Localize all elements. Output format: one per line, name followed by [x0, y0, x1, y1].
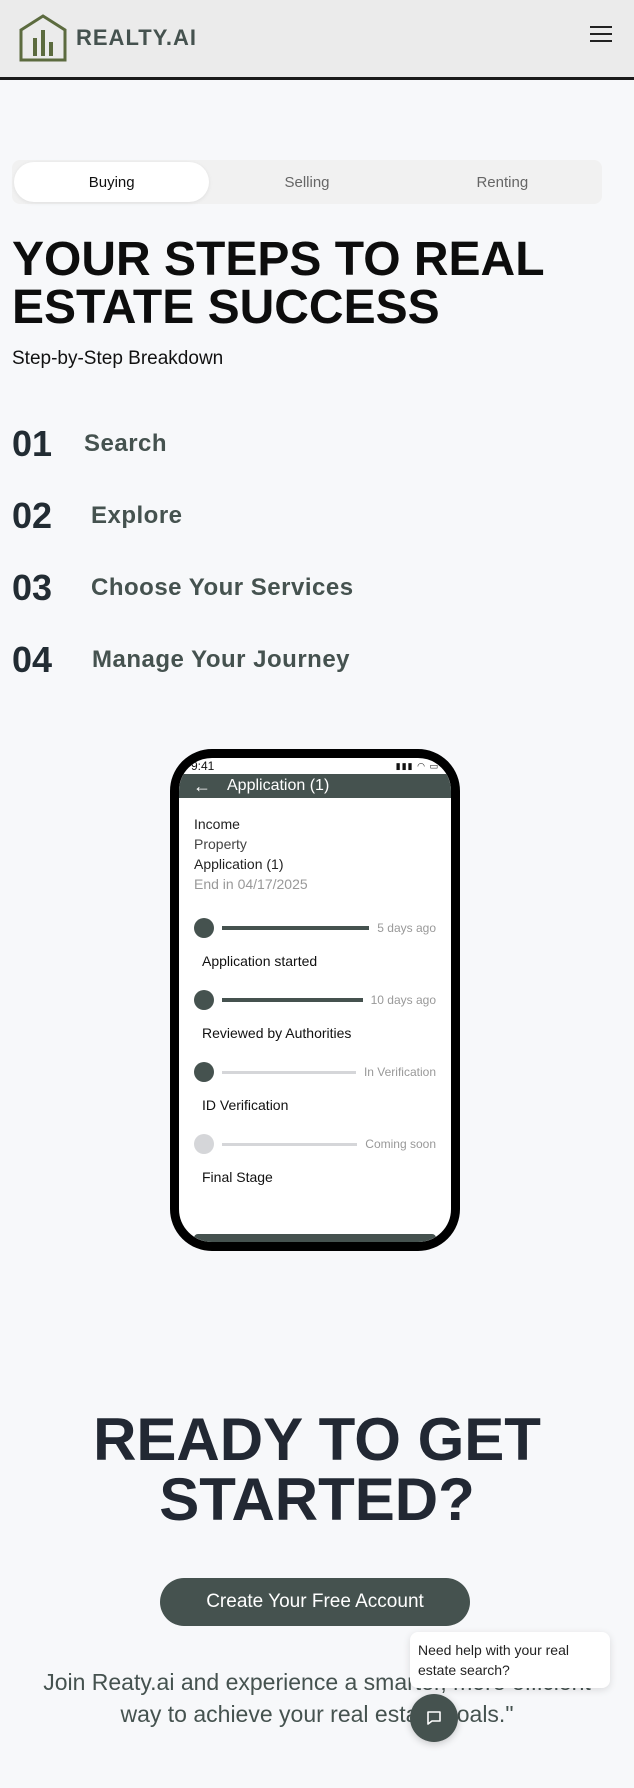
timeline-bar: [222, 1070, 356, 1074]
step-label: Explore: [91, 502, 183, 529]
summary-income: Income: [194, 816, 240, 832]
create-account-button[interactable]: Create Your Free Account: [160, 1578, 470, 1626]
step-number: 04: [12, 639, 53, 680]
timeline-row: 5 days ago: [194, 916, 436, 940]
phone-bottom-bar: [194, 1234, 436, 1242]
chat-button[interactable]: [410, 1694, 458, 1742]
chat-icon: [427, 1711, 441, 1725]
step-number: 01: [12, 423, 53, 464]
step-item[interactable]: 03 Choose Your Services: [12, 552, 612, 624]
step-item[interactable]: 01 Search: [12, 408, 612, 480]
timeline-meta: In Verification: [363, 1065, 436, 1079]
app-bar-title: Application (1): [227, 777, 330, 794]
transaction-tabs: Buying Selling Renting: [12, 160, 602, 204]
hamburger-menu-icon[interactable]: [590, 26, 612, 44]
timeline-label: Final Stage: [202, 1169, 273, 1185]
step-label: Choose Your Services: [91, 574, 354, 601]
timeline-meta: Coming soon: [365, 1137, 436, 1151]
summary-application: Application (1): [194, 856, 284, 872]
progress-timeline: 5 days ago Application started 10 days a…: [179, 894, 451, 1204]
timeline-row: Coming soon: [194, 1132, 436, 1156]
timeline-dot: [194, 1062, 214, 1082]
chat-prompt[interactable]: Need help with your real estate search?: [410, 1632, 610, 1688]
step-item[interactable]: 02 Explore: [12, 480, 612, 552]
tab-buying[interactable]: Buying: [14, 162, 210, 202]
site-header: REALTY.AI: [0, 0, 634, 80]
timeline-row: 10 days ago: [194, 988, 436, 1012]
cta-title: READY TO GET STARTED?: [93, 1406, 541, 1533]
step-label: Search: [84, 430, 168, 457]
phone-mockup: 9:41 ▮▮▮ ◠ ▭ ← Application (1) Income Pr…: [170, 749, 460, 1251]
house-chart-icon: [19, 14, 67, 62]
page-title: YOUR STEPS TO REAL ESTATE SUCCESS: [12, 233, 544, 334]
step-number: 03: [12, 567, 53, 608]
timeline-dot: [194, 918, 214, 938]
application-summary: Income Property Application (1) End in 0…: [179, 798, 451, 894]
summary-end-date: End in 04/17/2025: [194, 876, 308, 892]
steps-list: 01 Search 02 Explore 03 Choose Your Serv…: [12, 408, 612, 696]
step-item[interactable]: 04 Manage Your Journey: [12, 624, 612, 696]
timeline-dot: [194, 990, 214, 1010]
timeline-row: In Verification: [194, 1060, 436, 1084]
app-bar: ← Application (1): [179, 774, 451, 798]
brand-name: REALTY.AI: [76, 25, 198, 50]
timeline-bar: [222, 1142, 358, 1146]
logo[interactable]: REALTY.AI: [18, 14, 197, 62]
step-number: 02: [12, 495, 53, 536]
timeline-meta: 10 days ago: [370, 993, 436, 1007]
step-label: Manage Your Journey: [92, 646, 351, 673]
timeline-label: Application started: [202, 953, 318, 969]
timeline-meta: 5 days ago: [377, 921, 436, 935]
tab-renting[interactable]: Renting: [405, 162, 600, 202]
signal-wifi-battery-icon: ▮▮▮ ◠ ▭: [395, 760, 439, 771]
timeline-dot: [194, 1134, 214, 1154]
timeline-bar: [222, 926, 370, 930]
timeline-label: ID Verification: [202, 1097, 289, 1113]
summary-property: Property: [194, 836, 247, 852]
timeline-bar: [222, 998, 363, 1002]
timeline-label: Reviewed by Authorities: [202, 1025, 352, 1041]
tab-selling[interactable]: Selling: [209, 162, 404, 202]
status-time: 9:41: [191, 759, 215, 773]
status-bar: 9:41 ▮▮▮ ◠ ▭: [179, 758, 451, 774]
back-arrow-icon[interactable]: ←: [193, 776, 211, 797]
page-subtitle: Step-by-Step Breakdown: [12, 348, 224, 369]
